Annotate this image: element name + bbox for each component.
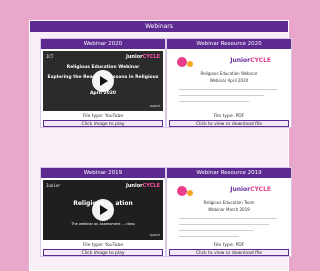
card-title: Webinar 2019 <box>41 168 165 178</box>
decor-dot <box>177 186 187 196</box>
video-small: space <box>149 104 160 108</box>
text-line <box>179 224 269 225</box>
card-title: Webinar Resource 2020 <box>167 39 291 49</box>
download-button[interactable]: Click to view or download file <box>169 249 289 256</box>
play-icon[interactable] <box>92 70 114 92</box>
video-thumbnail[interactable]: JCT JuniorCYCLE Religious Education Webi… <box>43 51 163 111</box>
pdf-title: Religious Education Webinar <box>200 71 258 76</box>
pdf-title: Religious Education Team <box>203 200 255 205</box>
text-line <box>179 218 277 219</box>
card-title: Webinar Resource 2019 <box>167 168 291 178</box>
play-icon[interactable] <box>92 199 114 221</box>
decor-dot <box>187 190 193 196</box>
card-title: Webinar 2020 <box>41 39 165 49</box>
resource-card: Webinar Resource 2019 JuniorCYCLE Religi… <box>166 167 292 257</box>
play-button[interactable]: Click image to play <box>43 120 163 127</box>
webinars-panel: Webinars Webinar 2020 JCT JuniorCYCLE Re… <box>29 20 292 271</box>
webinar-card: Webinar 2020 JCT JuniorCYCLE Religious E… <box>40 38 166 128</box>
play-button[interactable]: Click image to play <box>43 249 163 256</box>
pdf-subtitle: Webinar March 2019 <box>208 207 250 212</box>
pdf-thumbnail[interactable]: JuniorCYCLE Religious Education Team Web… <box>169 180 289 240</box>
text-line <box>179 236 239 237</box>
pdf-subtitle: Webinar April 2020 <box>209 78 249 83</box>
download-button[interactable]: Click to view or download file <box>169 120 289 127</box>
decor-dot <box>187 61 193 67</box>
video-logo: Junior <box>46 183 61 188</box>
file-type: File type: PDF <box>213 114 245 119</box>
pdf-thumbnail[interactable]: JuniorCYCLE Religious Education Webinar … <box>169 51 289 111</box>
brand-logo: JuniorCYCLE <box>230 57 271 64</box>
video-logo: JCT <box>46 54 54 59</box>
text-line <box>179 230 254 231</box>
text-line <box>179 95 264 96</box>
file-type: File type: PDF <box>213 243 245 248</box>
video-small: space <box>149 233 160 237</box>
video-thumbnail[interactable]: Junior JuniorCYCLE Religious ... ation T… <box>43 180 163 240</box>
brand-logo: JuniorCYCLE <box>230 186 271 193</box>
file-type: File type: YouTube <box>82 243 124 248</box>
text-line <box>179 101 249 102</box>
resource-card: Webinar Resource 2020 JuniorCYCLE Religi… <box>166 38 292 128</box>
webinar-card: Webinar 2019 Junior JuniorCYCLE Religiou… <box>40 167 166 257</box>
section-header: Webinars <box>30 21 288 32</box>
brand-logo: JuniorCYCLE <box>126 54 160 60</box>
video-line: The webinar on Assessment ... class <box>71 222 135 226</box>
file-type: File type: YouTube <box>82 114 124 119</box>
text-line <box>179 89 277 90</box>
brand-logo: JuniorCYCLE <box>126 183 160 189</box>
decor-dot <box>177 57 187 67</box>
